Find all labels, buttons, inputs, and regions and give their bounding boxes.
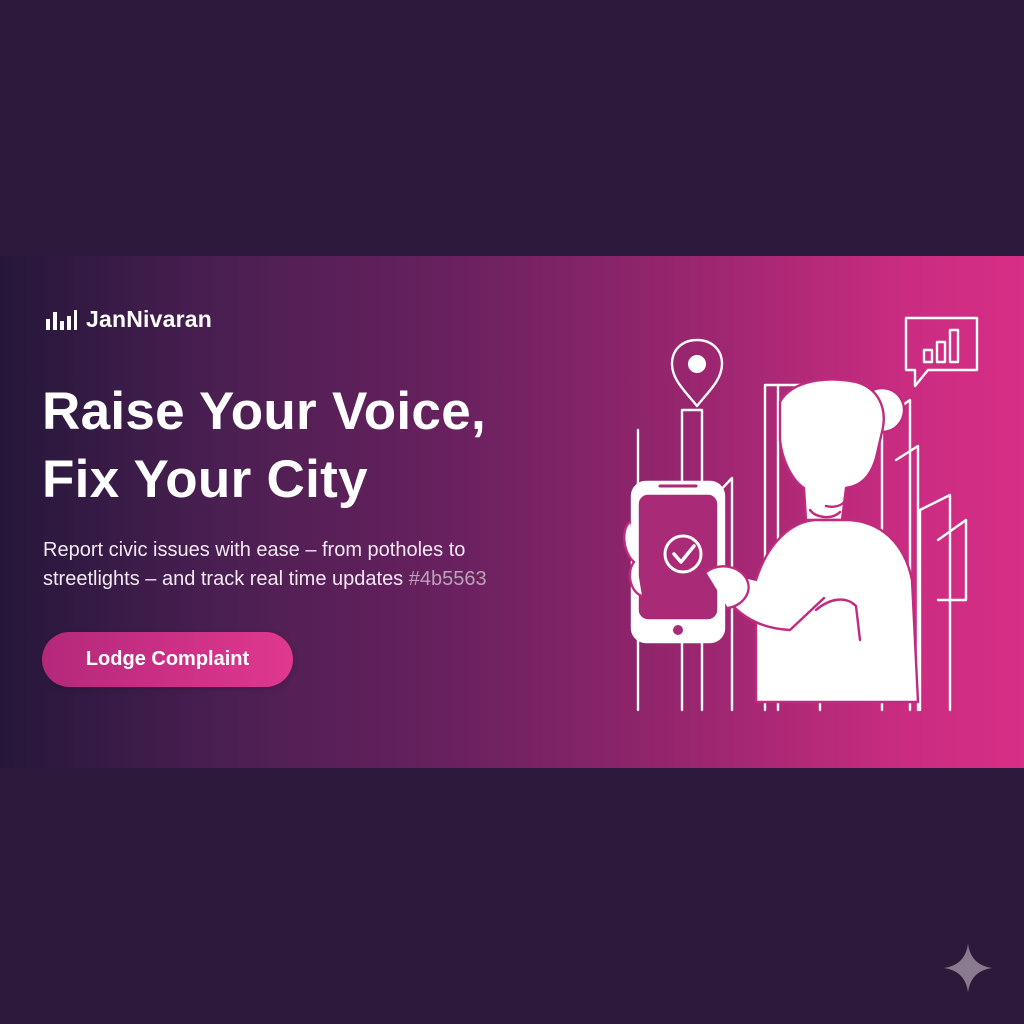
subtext-line-1: Report civic issues with ease – from pot… (43, 539, 466, 561)
brand-name: JanNivaran (86, 306, 213, 332)
subtext-line-2: streetlights – and track real time updat… (43, 565, 603, 594)
sparkle-icon (944, 944, 992, 992)
hero-description: Report civic issues with ease – from pot… (43, 536, 603, 594)
headline-line-2: Fix Your City (42, 450, 368, 509)
chat-bar-chart-icon (904, 316, 979, 388)
bar-chart-icon (46, 309, 77, 330)
subtext-color-code: #4b5563 (408, 568, 487, 590)
page-title: Raise Your Voice, Fix Your City (42, 378, 486, 514)
person-with-phone-icon (710, 378, 920, 704)
phone-icon (630, 480, 726, 644)
page: JanNivaran Raise Your Voice, Fix Your Ci… (0, 0, 1024, 1024)
lodge-complaint-button[interactable]: Lodge Complaint (42, 632, 293, 687)
brand-logo[interactable]: JanNivaran (44, 306, 212, 333)
subtext-line-2-text: streetlights – and track real time updat… (43, 568, 404, 590)
headline-line-1: Raise Your Voice, (42, 382, 487, 441)
location-pin-icon (670, 338, 724, 408)
civic-illustration (623, 316, 979, 712)
